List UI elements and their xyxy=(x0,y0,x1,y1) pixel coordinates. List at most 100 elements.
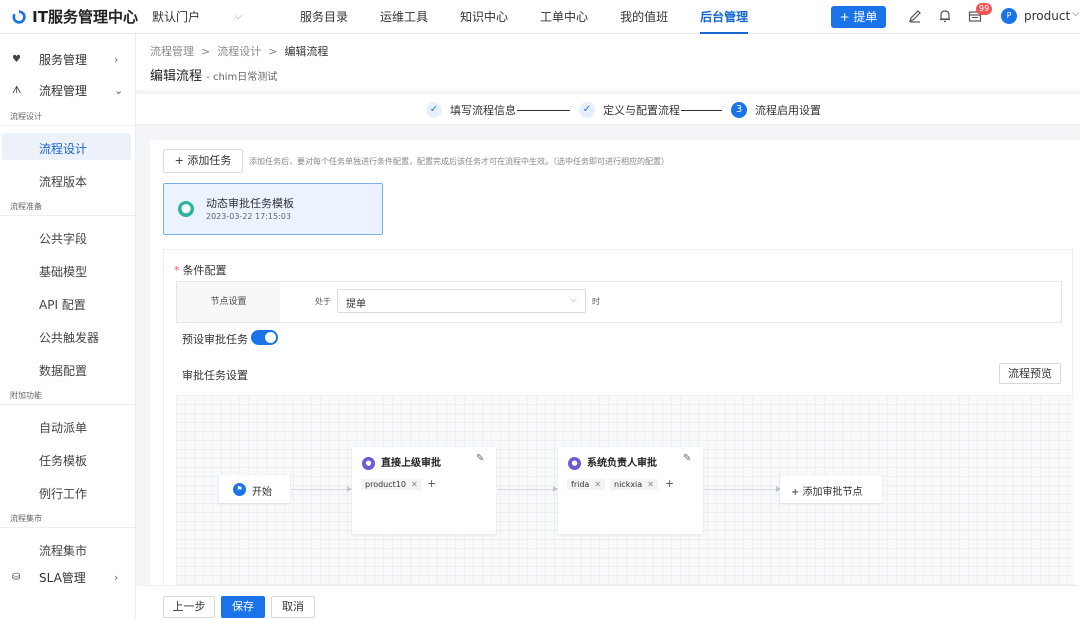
nav-ops-tools[interactable]: 运维工具 xyxy=(364,0,444,34)
step-label: 流程启用设置 xyxy=(755,104,821,117)
node-select[interactable]: 提单 ⌵ xyxy=(337,289,586,313)
node-title: ● 系统负责人审批 xyxy=(568,454,657,470)
sidebar-item-process-design[interactable]: 流程设计 xyxy=(2,133,131,160)
breadcrumb-process-mgmt[interactable]: 流程管理 xyxy=(150,45,194,58)
task-card[interactable]: ⬤ 动态审批任务模板 2023-03-22 17:15:03 xyxy=(163,183,383,235)
add-task-button[interactable]: + 添加任务 xyxy=(163,149,243,173)
nav-my-duty[interactable]: 我的值班 xyxy=(604,0,684,34)
start-node[interactable]: ⚑ 开始 xyxy=(219,475,290,503)
edit-icon[interactable]: ✎ xyxy=(683,453,691,464)
nav-tickets[interactable]: 工单中心 xyxy=(524,0,604,34)
flow-connector xyxy=(497,486,558,492)
close-icon[interactable]: ✕ xyxy=(594,480,601,489)
sidebar-item-public-fields[interactable]: 公共字段 xyxy=(39,230,87,247)
steps-bar: ✓ 填写流程信息 ✓ 定义与配置流程 3 流程启用设置 xyxy=(136,93,1080,125)
user-menu[interactable]: P product xyxy=(1001,8,1070,24)
hierarchy-icon: ᗑ xyxy=(12,84,22,96)
nav-admin[interactable]: 后台管理 xyxy=(684,0,764,34)
add-approver-icon[interactable]: + xyxy=(665,477,674,490)
heart-icon: ♥ xyxy=(12,53,21,65)
sidebar-item-service-mgmt[interactable]: ♥ 服务管理 › xyxy=(0,49,136,69)
flow-canvas[interactable]: ⚑ 开始 ● 直接上级审批 ✎ product10 ✕ + ● 系统负责人审批 ✎ f… xyxy=(176,395,1074,586)
add-task-hint: 添加任务后，要对每个任务单独进行条件配置，配置完成后该任务才可在流程中生效。（选… xyxy=(249,157,669,166)
condition-panel: * 条件配置 节点设置 处于 提单 ⌵ 时 预设审批任务 审批任务设置 流程预览 … xyxy=(163,249,1074,586)
nav-knowledge[interactable]: 知识中心 xyxy=(444,0,524,34)
close-icon[interactable]: ✕ xyxy=(411,480,418,489)
sidebar-item-auto-dispatch[interactable]: 自动派单 xyxy=(39,419,87,436)
page-title: 编辑流程 - chim日常测试 xyxy=(150,65,277,84)
sidebar-item-routine-work[interactable]: 例行工作 xyxy=(39,485,87,502)
condition-title-text: 条件配置 xyxy=(182,264,227,277)
notification-badge: 99 xyxy=(976,3,993,15)
cancel-button[interactable]: 取消 xyxy=(271,596,315,618)
preset-approval-label: 预设审批任务 xyxy=(182,333,248,346)
add-approver-icon[interactable]: + xyxy=(427,477,436,490)
task-card-date: 2023-03-22 17:15:03 xyxy=(206,212,291,221)
sidebar-item-process-mgmt[interactable]: ᗑ 流程管理 ⌄ xyxy=(0,80,136,100)
sidebar-item-process-version[interactable]: 流程版本 xyxy=(39,173,87,190)
required-marker: * xyxy=(174,264,180,277)
edit-icon[interactable] xyxy=(908,9,922,23)
sidebar-item-public-trigger[interactable]: 公共触发器 xyxy=(39,329,99,346)
chevron-right-icon: › xyxy=(114,570,119,584)
flow-connector xyxy=(291,486,352,492)
portal-label: 默认门户 xyxy=(152,10,201,24)
page-title-text: 编辑流程 xyxy=(150,69,203,84)
app-title: IT服务管理中心 xyxy=(32,8,138,26)
bell-icon[interactable] xyxy=(938,9,952,23)
approval-settings-label: 审批任务设置 xyxy=(182,369,248,382)
check-icon: ✓ xyxy=(579,102,595,118)
process-preview-button[interactable]: 流程预览 xyxy=(999,363,1061,384)
sidebar-item-sla-mgmt[interactable]: ⛁ SLA管理 › xyxy=(0,567,136,587)
node-title-text: 直接上级审批 xyxy=(381,458,441,469)
step-fill-info[interactable]: ✓ 填写流程信息 xyxy=(426,102,516,118)
divider xyxy=(0,404,136,405)
sidebar-item-api-config[interactable]: API 配置 xyxy=(39,296,86,313)
step-label: 填写流程信息 xyxy=(450,104,516,117)
divider xyxy=(0,527,136,528)
sidebar-item-process-market[interactable]: 流程集市 xyxy=(39,542,87,559)
approver-tag: product10 ✕ xyxy=(361,479,422,490)
task-card-name: 动态审批任务模板 xyxy=(206,197,294,210)
step-connector xyxy=(681,110,722,111)
chevron-down-icon: ⌄ xyxy=(114,83,124,97)
edit-icon[interactable]: ✎ xyxy=(476,453,484,464)
portal-select[interactable]: 默认门户 ⌵ xyxy=(152,8,242,25)
sidebar-group-prepare: 流程准备 xyxy=(10,202,42,211)
app-logo[interactable]: IT服务管理中心 xyxy=(0,6,138,27)
create-ticket-button[interactable]: + 提单 xyxy=(831,6,886,28)
approver-name: product10 xyxy=(365,480,406,489)
add-approval-node-label: + 添加审批节点 xyxy=(791,487,863,498)
sidebar-item-data-config[interactable]: 数据配置 xyxy=(39,362,87,379)
breadcrumb-current: 编辑流程 xyxy=(284,45,329,58)
at-label: 处于 xyxy=(315,297,331,306)
node-setting-label: 节点设置 xyxy=(177,282,280,322)
step-define-process[interactable]: ✓ 定义与配置流程 xyxy=(579,102,680,118)
sidebar-group-design: 流程设计 xyxy=(10,112,42,121)
node-title-text: 系统负责人审批 xyxy=(587,458,657,469)
approver-name: frida xyxy=(571,480,590,489)
breadcrumb-process-design[interactable]: 流程设计 xyxy=(217,45,261,58)
page-header: 流程管理 > 流程设计 > 编辑流程 编辑流程 - chim日常测试 xyxy=(136,34,1080,90)
chevron-down-icon: ⌵ xyxy=(234,11,242,22)
breadcrumb: 流程管理 > 流程设计 > 编辑流程 xyxy=(150,43,328,59)
save-button[interactable]: 保存 xyxy=(221,596,265,618)
sidebar-item-task-template[interactable]: 任务模板 xyxy=(39,452,87,469)
chevron-down-icon[interactable]: ⌵ xyxy=(1072,8,1080,19)
sidebar-item-label: 服务管理 xyxy=(39,52,88,67)
sidebar-item-base-model[interactable]: 基础模型 xyxy=(39,263,87,280)
preset-approval-toggle[interactable] xyxy=(251,330,278,345)
approval-node-direct-superior[interactable]: ● 直接上级审批 ✎ product10 ✕ + xyxy=(352,447,496,534)
approval-node-system-owner[interactable]: ● 系统负责人审批 ✎ frida ✕ nickxia ✕ + xyxy=(558,447,703,534)
prev-button[interactable]: 上一步 xyxy=(163,596,215,618)
chevron-right-icon: › xyxy=(114,52,119,66)
nav-service-catalog[interactable]: 服务目录 xyxy=(284,0,364,34)
approver-tag: nickxia ✕ xyxy=(610,479,658,490)
node-select-value: 提单 xyxy=(346,299,366,310)
user-icon: ● xyxy=(362,456,375,470)
condition-title: * 条件配置 xyxy=(174,262,227,278)
sidebar-item-label: 流程设计 xyxy=(39,142,88,156)
step-enable-settings[interactable]: 3 流程启用设置 xyxy=(731,102,821,118)
close-icon[interactable]: ✕ xyxy=(647,480,654,489)
add-approval-node-button[interactable]: + 添加审批节点 xyxy=(780,476,882,503)
